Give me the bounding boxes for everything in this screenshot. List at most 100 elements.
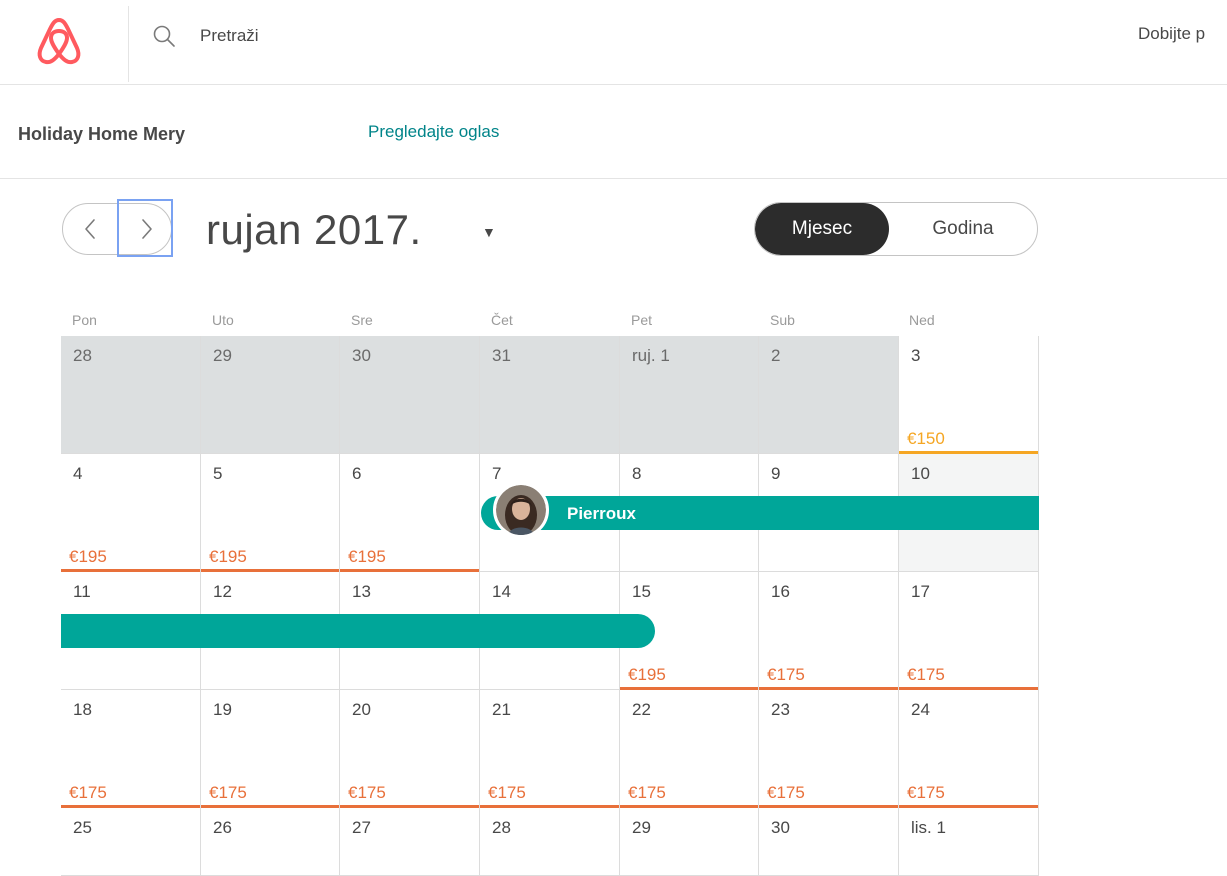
calendar-day-cell[interactable]: 19 €175: [201, 690, 340, 808]
weekday-label: Ned: [909, 312, 935, 328]
calendar-day-cell[interactable]: 2: [759, 336, 899, 454]
calendar-day-cell[interactable]: 3 €150: [899, 336, 1039, 454]
day-number: 2: [771, 346, 781, 365]
next-month-button[interactable]: [118, 204, 172, 254]
day-number: 11: [73, 582, 91, 601]
night-price: €195: [69, 547, 107, 566]
night-price: €175: [348, 783, 386, 802]
night-price: €195: [628, 665, 666, 684]
day-number: 10: [911, 464, 930, 483]
reservation-bar-continued[interactable]: [61, 614, 655, 648]
night-price: €175: [209, 783, 247, 802]
calendar-day-cell[interactable]: 29: [201, 336, 340, 454]
calendar-day-cell[interactable]: 6 €195: [340, 454, 480, 572]
calendar-day-cell[interactable]: 30: [759, 808, 899, 876]
day-number: 23: [771, 700, 790, 719]
calendar-day-cell[interactable]: 24 €175: [899, 690, 1039, 808]
day-number: 4: [73, 464, 83, 483]
day-number: 22: [632, 700, 651, 719]
guest-avatar[interactable]: [493, 482, 549, 538]
night-price: €175: [628, 783, 666, 802]
day-number: 9: [771, 464, 781, 483]
month-view-button[interactable]: Mjesec: [755, 203, 889, 255]
calendar-day-cell[interactable]: 28: [480, 808, 620, 876]
header-divider: [128, 6, 129, 82]
calendar-day-cell[interactable]: 4 €195: [61, 454, 201, 572]
day-number: ruj. 1: [632, 346, 670, 365]
day-number: 13: [352, 582, 371, 601]
day-number: 15: [632, 582, 651, 601]
night-price: €175: [767, 783, 805, 802]
day-number: 30: [771, 818, 790, 837]
day-number: 31: [492, 346, 511, 365]
day-number: 12: [213, 582, 232, 601]
calendar-day-cell[interactable]: 5 €195: [201, 454, 340, 572]
weekday-label: Uto: [212, 312, 234, 328]
calendar-day-cell[interactable]: 21 €175: [480, 690, 620, 808]
day-number: 8: [632, 464, 642, 483]
day-number: 28: [73, 346, 92, 365]
day-number: 19: [213, 700, 232, 719]
month-navigation: [62, 203, 172, 255]
day-number: 26: [213, 818, 232, 837]
night-price: €175: [907, 783, 945, 802]
calendar-day-cell[interactable]: 22 €175: [620, 690, 759, 808]
night-price: €175: [907, 665, 945, 684]
weekday-label: Čet: [491, 312, 513, 328]
day-number: 20: [352, 700, 371, 719]
night-price: €195: [209, 547, 247, 566]
preview-listing-link[interactable]: Pregledajte oglas: [368, 122, 499, 142]
calendar-day-cell[interactable]: 31: [480, 336, 620, 454]
view-toggle: Mjesec Godina: [754, 202, 1038, 256]
previous-month-button[interactable]: [63, 204, 117, 254]
day-number: 3: [911, 346, 921, 365]
calendar-day-cell[interactable]: 27: [340, 808, 480, 876]
reservation-bar[interactable]: [481, 496, 1039, 530]
day-number: 29: [213, 346, 232, 365]
weekday-label: Sre: [351, 312, 373, 328]
calendar-day-cell[interactable]: ruj. 1: [620, 336, 759, 454]
airbnb-logo-icon[interactable]: [36, 16, 82, 66]
night-price: €175: [69, 783, 107, 802]
calendar-day-cell[interactable]: 23 €175: [759, 690, 899, 808]
calendar-day-cell[interactable]: 26: [201, 808, 340, 876]
day-number: 30: [352, 346, 371, 365]
day-number: lis. 1: [911, 818, 946, 837]
listing-bar: Holiday Home Mery Pregledajte oglas: [0, 84, 1227, 179]
calendar-day-cell[interactable]: 20 €175: [340, 690, 480, 808]
night-price: €175: [767, 665, 805, 684]
day-number: 18: [73, 700, 92, 719]
weekday-label: Sub: [770, 312, 795, 328]
become-host-link[interactable]: Dobijte p: [1138, 24, 1205, 44]
day-number: 14: [492, 582, 511, 601]
chevron-left-icon: [85, 219, 95, 239]
night-price: €175: [488, 783, 526, 802]
search-icon: [152, 24, 176, 48]
calendar-day-cell[interactable]: lis. 1: [899, 808, 1039, 876]
calendar-day-cell[interactable]: 28: [61, 336, 201, 454]
weekday-label: Pon: [72, 312, 97, 328]
chevron-right-icon: [142, 219, 152, 239]
calendar-day-cell[interactable]: 30: [340, 336, 480, 454]
day-number: 17: [911, 582, 930, 601]
calendar-day-cell[interactable]: 16 €175: [759, 572, 899, 690]
year-view-button[interactable]: Godina: [889, 203, 1037, 255]
night-price: €195: [348, 547, 386, 566]
day-number: 27: [352, 818, 371, 837]
guest-name: Pierroux: [567, 504, 636, 523]
calendar-day-cell[interactable]: 29: [620, 808, 759, 876]
calendar-day-cell[interactable]: 17 €175: [899, 572, 1039, 690]
calendar-day-cell[interactable]: 18 €175: [61, 690, 201, 808]
weekday-label: Pet: [631, 312, 653, 328]
day-number: 5: [213, 464, 223, 483]
night-price: €150: [907, 429, 945, 448]
caret-down-icon[interactable]: ▼: [482, 224, 496, 240]
month-title[interactable]: rujan 2017.: [206, 206, 422, 254]
day-number: 28: [492, 818, 511, 837]
day-number: 7: [492, 464, 502, 483]
day-number: 6: [352, 464, 362, 483]
day-number: 29: [632, 818, 651, 837]
calendar-day-cell[interactable]: 25: [61, 808, 201, 876]
day-number: 25: [73, 818, 92, 837]
search-input[interactable]: [200, 22, 800, 50]
